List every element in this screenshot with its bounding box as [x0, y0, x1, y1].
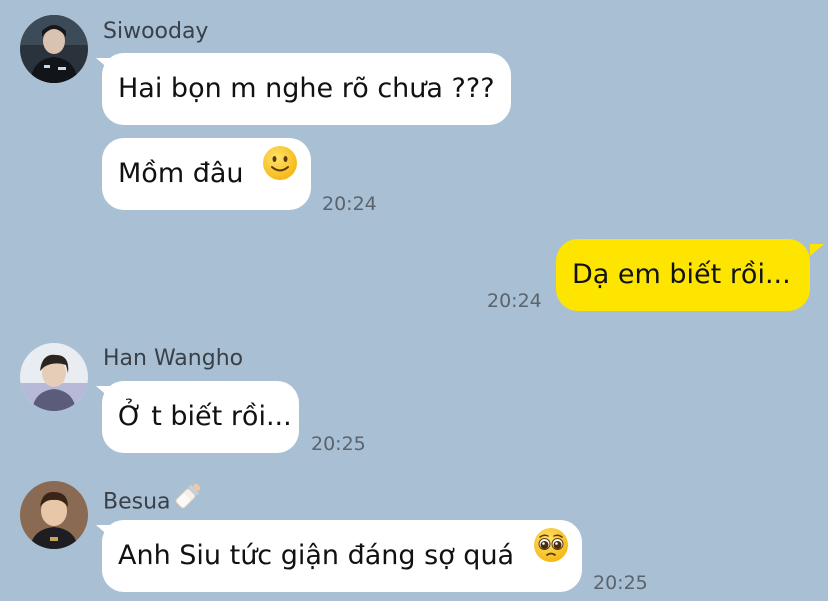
- message-text: Ở t biết rồi...: [118, 401, 292, 432]
- chat-conversation: Siwooday Hai bọn m nghe rõ chưa ??? Mồm …: [0, 0, 828, 601]
- avatar-han-wangho[interactable]: [20, 343, 88, 411]
- message-bubble[interactable]: Anh Siu tức giận đáng sợ quá: [102, 520, 582, 592]
- timestamp: 20:25: [311, 433, 366, 455]
- message-text: Dạ em biết rồi...: [572, 259, 791, 290]
- message-text: Anh Siu tức giận đáng sợ quá: [118, 540, 515, 571]
- message-text: Mồm đâu: [118, 158, 244, 189]
- message-bubble[interactable]: Mồm đâu: [102, 138, 311, 210]
- timestamp: 20:24: [487, 290, 542, 312]
- sender-name-han-wangho: Han Wangho: [103, 346, 244, 371]
- bubble-tail: [810, 244, 824, 256]
- message-bubble[interactable]: Hai bọn m nghe rõ chưa ???: [102, 53, 511, 125]
- pleading-face-icon: [533, 519, 569, 591]
- avatar-siwooday[interactable]: [20, 15, 88, 83]
- outgoing-message-bubble[interactable]: Dạ em biết rồi...: [556, 239, 810, 311]
- sender-name-text: Besua: [103, 489, 171, 515]
- message-bubble[interactable]: Ở t biết rồi...: [102, 381, 299, 453]
- message-text: Hai bọn m nghe rõ chưa ???: [118, 73, 495, 104]
- sender-name-besua: Besua: [103, 483, 204, 519]
- slightly-smiling-face-icon: [262, 137, 298, 209]
- timestamp: 20:25: [593, 572, 648, 594]
- timestamp: 20:24: [322, 193, 377, 215]
- baby-bottle-icon: [172, 480, 204, 519]
- avatar-besua[interactable]: [20, 481, 88, 549]
- sender-name-siwooday: Siwooday: [103, 19, 209, 44]
